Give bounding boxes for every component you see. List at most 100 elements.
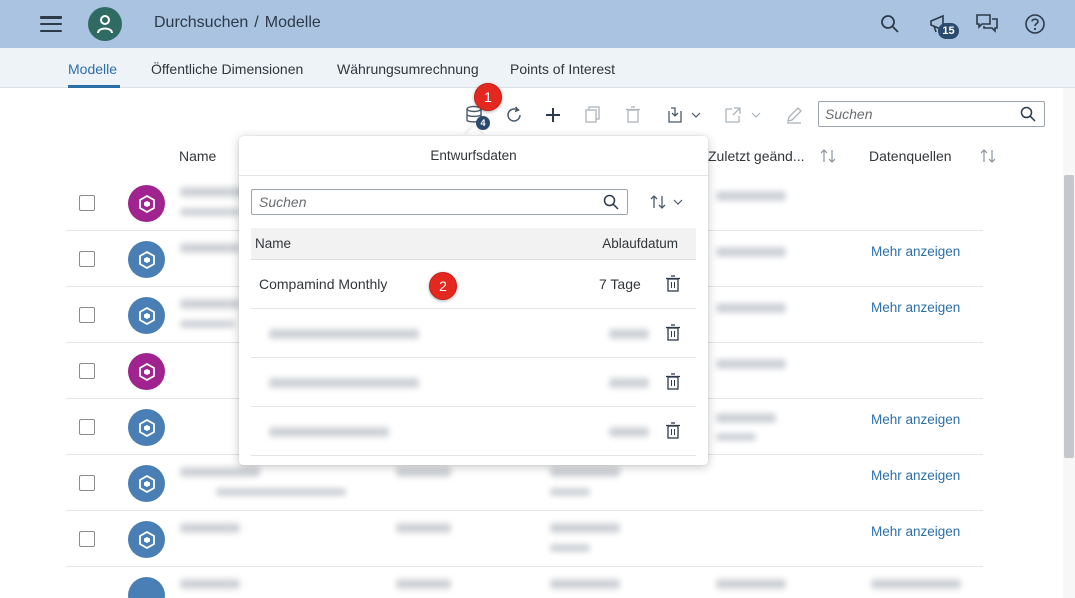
- chevron-down-icon: [673, 199, 683, 205]
- redacted-date: [716, 191, 786, 201]
- trash-icon: [666, 275, 680, 292]
- draft-row[interactable]: [251, 358, 696, 407]
- show-more-link[interactable]: Mehr anzeigen: [871, 412, 960, 427]
- show-more-link[interactable]: Mehr anzeigen: [871, 468, 960, 483]
- trash-icon: [626, 106, 640, 123]
- redacted-date: [716, 359, 786, 369]
- step-marker-2: 2: [429, 272, 457, 300]
- redacted-created: [550, 467, 620, 477]
- model-icon: [128, 577, 165, 598]
- breadcrumb-current: Modelle: [264, 14, 321, 31]
- delete-draft-button[interactable]: [663, 421, 683, 441]
- sort-icon: [650, 195, 666, 209]
- redacted-date: [716, 413, 776, 423]
- tab-bar: Modelle Öffentliche Dimensionen Währungs…: [0, 48, 1075, 88]
- row-checkbox[interactable]: [79, 363, 95, 379]
- delete-draft-button[interactable]: [663, 274, 683, 294]
- import-icon: [668, 107, 682, 123]
- copy-icon: [585, 106, 600, 123]
- model-icon: [128, 353, 165, 390]
- column-header-name[interactable]: Name: [179, 148, 216, 164]
- row-checkbox[interactable]: [79, 531, 95, 547]
- user-icon: [97, 15, 113, 34]
- redacted-name: [180, 299, 240, 309]
- table-row[interactable]: Mehr anzeigen: [66, 511, 983, 567]
- row-checkbox[interactable]: [79, 251, 95, 267]
- model-icon: [128, 241, 165, 278]
- draft-count-badge: 4: [476, 116, 490, 130]
- row-checkbox[interactable]: [79, 307, 95, 323]
- popover-sort-button[interactable]: [649, 191, 693, 213]
- breadcrumb-browse[interactable]: Durchsuchen: [154, 14, 248, 32]
- redacted-type: [396, 579, 451, 589]
- redacted-date: [716, 303, 786, 313]
- refresh-button[interactable]: [503, 104, 525, 126]
- user-avatar[interactable]: [88, 7, 122, 41]
- copy-button[interactable]: [582, 104, 604, 126]
- redacted-name: [180, 579, 240, 589]
- column-header-sources[interactable]: Datenquellen: [869, 148, 952, 164]
- popover-search-field[interactable]: [251, 189, 628, 215]
- model-icon: [128, 521, 165, 558]
- redacted-user: [716, 433, 756, 441]
- delete-button[interactable]: [622, 104, 644, 126]
- show-more-link[interactable]: Mehr anzeigen: [871, 300, 960, 315]
- step-marker-1: 1: [474, 83, 502, 111]
- delete-draft-button[interactable]: [663, 323, 683, 343]
- redacted-draft-name: [269, 329, 419, 339]
- popover-table-header: Name Ablaufdatum: [251, 228, 696, 260]
- redacted-draft-expiry: [609, 378, 649, 388]
- search-icon[interactable]: [1020, 106, 1036, 127]
- tab-currency-conversion[interactable]: Währungsumrechnung: [337, 61, 479, 77]
- draft-row[interactable]: [251, 407, 696, 456]
- tab-points-of-interest[interactable]: Points of Interest: [510, 61, 615, 77]
- draft-data-popover: Entwurfsdaten Name Ablaufdatum Compamind…: [239, 136, 708, 465]
- add-icon: [546, 108, 560, 122]
- trash-icon: [666, 324, 680, 341]
- import-button[interactable]: [664, 104, 686, 126]
- delete-draft-button[interactable]: [663, 372, 683, 392]
- redacted-description: [216, 488, 346, 496]
- redacted-draft-expiry: [609, 427, 649, 437]
- tab-models[interactable]: Modelle: [68, 61, 117, 77]
- redacted-description: [180, 320, 235, 328]
- row-checkbox[interactable]: [79, 475, 95, 491]
- notification-badge: 15: [938, 23, 959, 39]
- sort-sources-icon[interactable]: [979, 147, 997, 165]
- row-checkbox[interactable]: [79, 419, 95, 435]
- export-chevron-icon[interactable]: [750, 109, 762, 121]
- show-more-link[interactable]: Mehr anzeigen: [871, 244, 960, 259]
- tab-public-dimensions[interactable]: Öffentliche Dimensionen: [151, 61, 303, 77]
- add-button[interactable]: [542, 104, 564, 126]
- search-icon[interactable]: [603, 194, 619, 215]
- import-chevron-icon[interactable]: [690, 109, 702, 121]
- draft-name[interactable]: Compamind Monthly: [259, 276, 387, 292]
- main-search-input[interactable]: [825, 105, 1015, 123]
- edit-button[interactable]: [783, 104, 805, 126]
- model-icon: [128, 409, 165, 446]
- redacted-type: [396, 523, 451, 533]
- menu-icon[interactable]: [40, 14, 62, 34]
- draft-row[interactable]: Compamind Monthly 7 Tage: [251, 260, 696, 309]
- redacted-created: [550, 523, 620, 533]
- redacted-draft-name: [269, 427, 389, 437]
- draft-row[interactable]: [251, 309, 696, 358]
- redacted-draft-name: [269, 378, 419, 388]
- shell-search-button[interactable]: [878, 12, 902, 36]
- column-header-modified[interactable]: Zuletzt geänd...: [708, 148, 805, 164]
- redacted-draft-expiry: [609, 329, 649, 339]
- feedback-button[interactable]: [975, 12, 999, 36]
- show-more-link[interactable]: Mehr anzeigen: [871, 524, 960, 539]
- scrollbar-thumb[interactable]: [1064, 175, 1074, 458]
- help-button[interactable]: [1023, 12, 1047, 36]
- pencil-icon: [787, 107, 802, 124]
- shell-bar: Durchsuchen / Modelle 15: [0, 0, 1075, 48]
- sort-modified-icon[interactable]: [819, 147, 837, 165]
- popover-column-name: Name: [255, 236, 292, 251]
- table-row[interactable]: [66, 567, 983, 598]
- main-search-field[interactable]: [818, 101, 1045, 127]
- popover-search-input[interactable]: [259, 193, 589, 211]
- export-button[interactable]: [722, 104, 744, 126]
- refresh-icon: [507, 106, 521, 122]
- row-checkbox[interactable]: [79, 195, 95, 211]
